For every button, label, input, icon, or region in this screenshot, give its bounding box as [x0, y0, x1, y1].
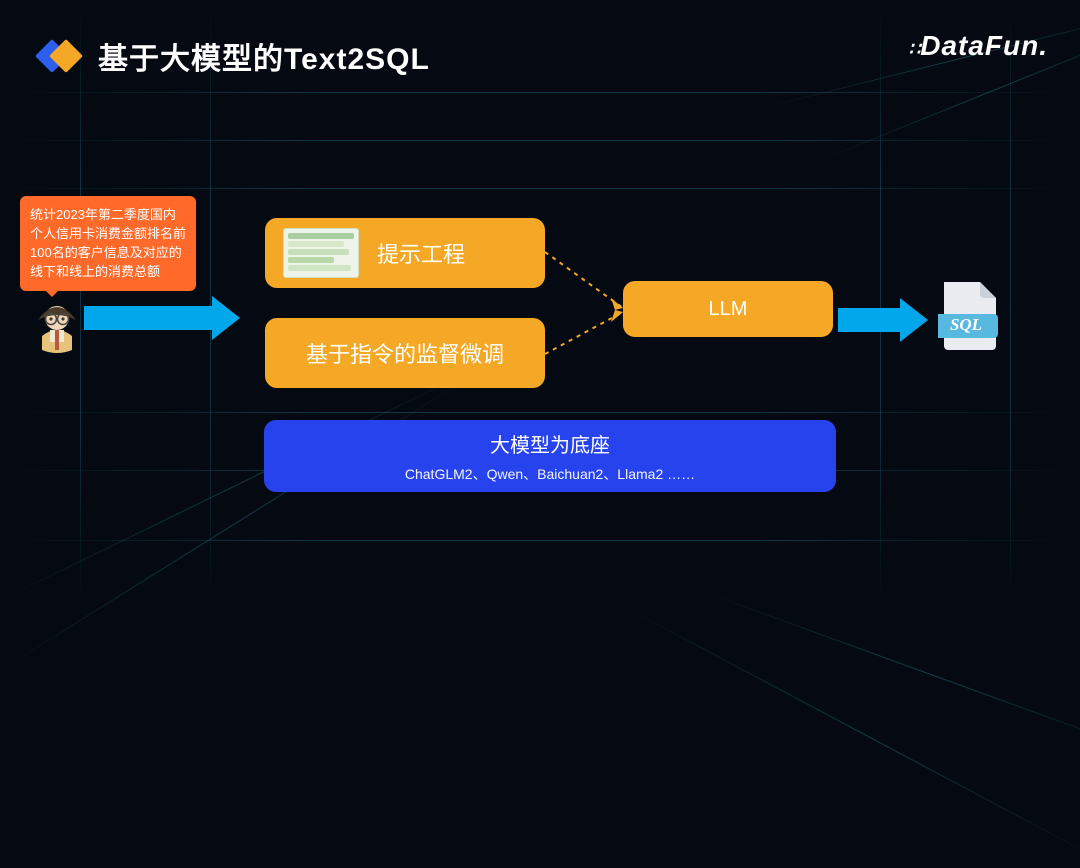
title-bullet-icon	[36, 34, 80, 78]
foundation-title: 大模型为底座	[490, 429, 610, 458]
supervised-finetune-label: 基于指令的监督微调	[306, 337, 504, 369]
slide-title: 基于大模型的Text2SQL	[98, 34, 430, 78]
user-query-text: 统计2023年第二季度国内个人信用卡消费金额排名前100名的客户信息及对应的线下…	[30, 207, 186, 279]
foundation-subtitle: ChatGLM2、Qwen、Baichuan2、Llama2 ……	[405, 464, 695, 484]
user-avatar-icon	[30, 300, 84, 359]
box-llm: LLM	[623, 281, 833, 337]
box-prompt-engineering: 提示工程	[265, 218, 545, 288]
brand-name: DataFun.	[920, 30, 1048, 61]
brand-dots-icon: ∷	[909, 39, 918, 59]
sql-file-icon: SQL	[938, 280, 1002, 357]
user-query-speech-bubble: 统计2023年第二季度国内个人信用卡消费金额排名前100名的客户信息及对应的线下…	[20, 196, 196, 291]
prompt-diagram-thumb-icon	[283, 228, 359, 278]
brand-logo: ∷DataFun.	[909, 30, 1048, 62]
sql-file-label: SQL	[950, 315, 982, 334]
box-supervised-finetune: 基于指令的监督微调	[265, 318, 545, 388]
slide-header: 基于大模型的Text2SQL	[36, 34, 430, 78]
llm-label: LLM	[709, 298, 748, 321]
arrow-input-icon	[84, 296, 240, 340]
arrow-output-icon	[838, 298, 928, 342]
box-foundation-models: 大模型为底座 ChatGLM2、Qwen、Baichuan2、Llama2 ……	[264, 420, 836, 492]
prompt-engineering-label: 提示工程	[377, 237, 465, 269]
